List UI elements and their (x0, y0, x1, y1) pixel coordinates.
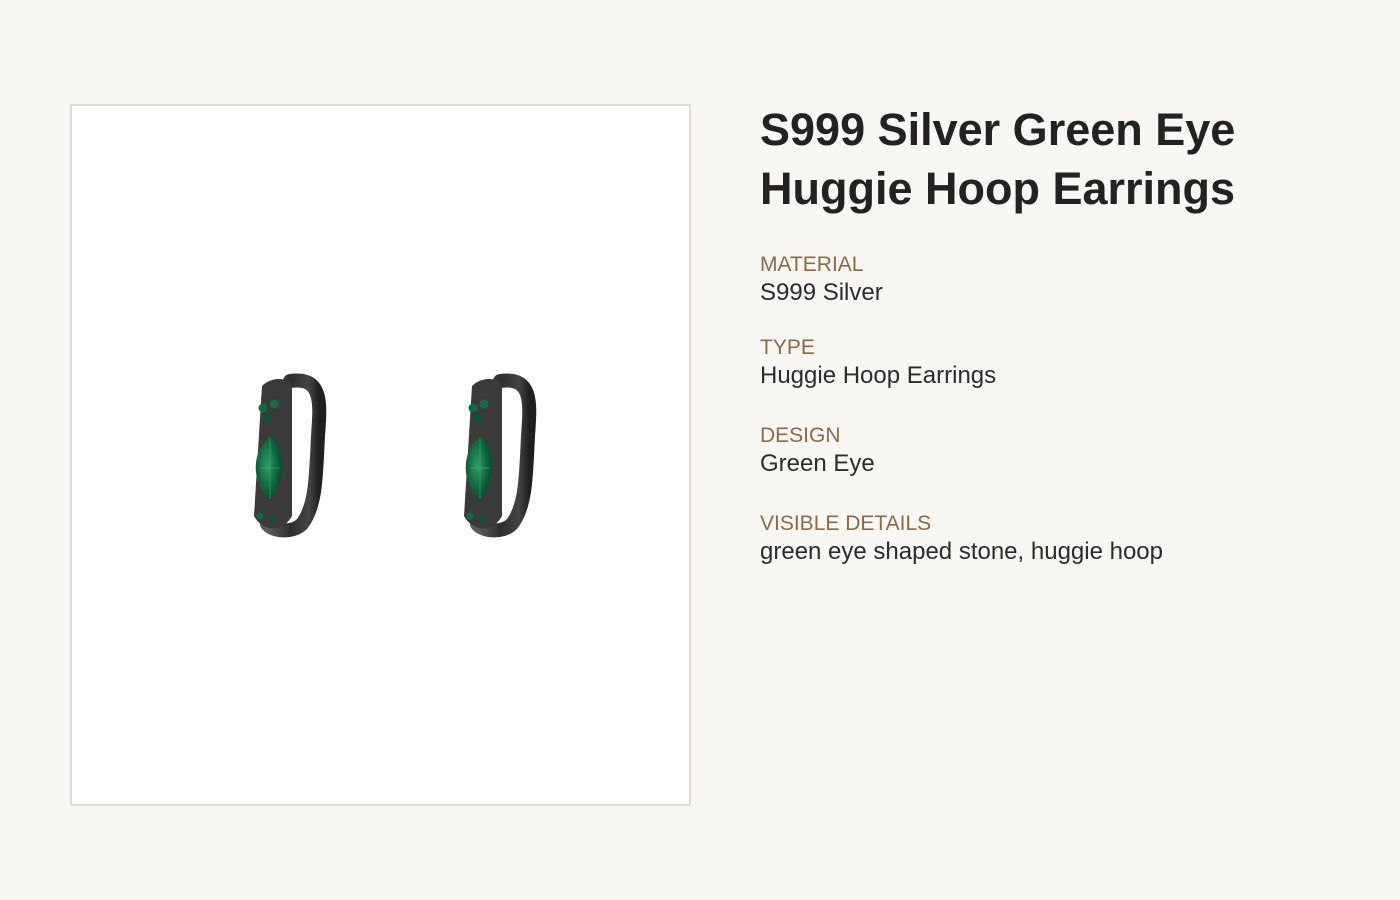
attribute-type: TYPE Huggie Hoop Earrings (760, 335, 996, 391)
attribute-value: Huggie Hoop Earrings (760, 362, 997, 389)
attribute-visible-details: VISIBLE DETAILS green eye shaped stone, … (760, 511, 1163, 567)
earring-left (254, 373, 327, 538)
attribute-value: Green Eye (760, 450, 875, 477)
attribute-label: MATERIAL (760, 253, 864, 276)
attribute-value: S999 Silver (760, 279, 883, 306)
product-image-frame[interactable] (70, 104, 691, 806)
product-image (254, 373, 537, 538)
attribute-label: TYPE (760, 336, 815, 359)
earring-right (464, 373, 537, 538)
attribute-label: DESIGN (760, 424, 841, 447)
product-info-panel: S999 Silver Green Eye Huggie Hoop Earrin… (760, 100, 1360, 565)
attribute-material: MATERIAL S999 Silver (760, 252, 883, 308)
product-title: S999 Silver Green Eye Huggie Hoop Earrin… (760, 104, 1236, 214)
attribute-value: green eye shaped stone, huggie hoop (760, 538, 1163, 565)
attribute-label: VISIBLE DETAILS (760, 512, 932, 535)
attribute-design: DESIGN Green Eye (760, 423, 875, 479)
